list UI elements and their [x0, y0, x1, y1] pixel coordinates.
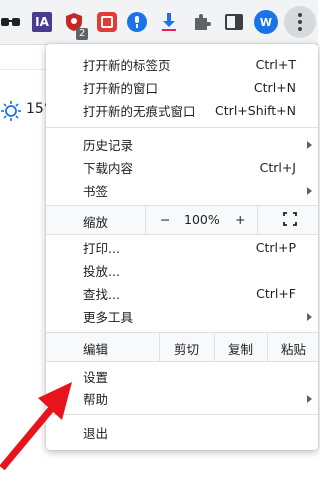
menu-item-label: 下载内容 — [83, 161, 134, 176]
edit-divider — [267, 333, 268, 361]
zoom-row: 缩放 − 100% + — [46, 205, 318, 235]
menu-item-downloads[interactable]: 下载内容 Ctrl+J — [46, 156, 318, 179]
zoom-divider — [145, 206, 146, 234]
menu-item-label: 打印... — [83, 241, 120, 256]
sun-icon — [0, 100, 22, 126]
menu-item-label: 打开新的无痕式窗口 — [83, 104, 196, 119]
edit-divider — [214, 333, 215, 361]
menu-item-shortcut: Ctrl+T — [255, 57, 296, 72]
menu-item-shortcut: Ctrl+J — [259, 160, 296, 175]
menu-item-bookmarks[interactable]: 书签 — [46, 179, 318, 202]
menu-item-label: 历史记录 — [83, 138, 134, 153]
download-icon[interactable] — [158, 11, 180, 33]
menu-item-shortcut: Ctrl+P — [255, 240, 296, 255]
ia-extension-label: IA — [35, 15, 49, 29]
submenu-arrow-icon — [307, 394, 312, 403]
profile-avatar[interactable]: W — [254, 10, 278, 34]
submenu-arrow-icon — [307, 186, 312, 195]
menu-item-new-incognito-window[interactable]: 打开新的无痕式窗口 Ctrl+Shift+N — [46, 99, 318, 122]
zoom-divider — [257, 206, 258, 234]
edit-divider — [159, 333, 160, 361]
copy-button[interactable]: 复制 — [228, 339, 253, 358]
menu-item-cast[interactable]: 投放... — [46, 259, 318, 282]
menu-item-label: 投放... — [83, 264, 120, 279]
menu-item-find[interactable]: 查找... Ctrl+F — [46, 282, 318, 305]
menu-item-print[interactable]: 打印... Ctrl+P — [46, 236, 318, 259]
submenu-arrow-icon — [307, 140, 312, 149]
browser-toolbar: IA 2 W — [0, 0, 318, 45]
edit-row: 编辑 剪切 复制 粘贴 — [46, 332, 318, 362]
menu-item-label: 查找... — [83, 287, 120, 302]
kebab-dot-icon — [298, 20, 302, 24]
menu-item-label: 更多工具 — [83, 310, 134, 325]
submenu-arrow-icon — [307, 312, 312, 321]
annotation-arrow-icon — [0, 382, 72, 470]
menu-item-label: 打开新的标签页 — [83, 58, 171, 73]
menu-item-shortcut: Ctrl+F — [256, 286, 296, 301]
microphone-extension-icon[interactable] — [127, 12, 147, 32]
zoom-in-button[interactable]: + — [235, 212, 245, 227]
menu-item-history[interactable]: 历史记录 — [46, 133, 318, 156]
more-menu-button[interactable] — [284, 6, 316, 38]
menu-item-shortcut: Ctrl+N — [253, 80, 296, 95]
extensions-puzzle-icon[interactable] — [191, 11, 213, 33]
side-panel-icon[interactable] — [223, 11, 245, 33]
edit-label: 编辑 — [83, 342, 109, 357]
menu-item-label: 打开新的窗口 — [83, 81, 159, 96]
zoom-level: 100% — [184, 212, 220, 227]
cut-button[interactable]: 剪切 — [174, 339, 199, 358]
kebab-dot-icon — [298, 27, 302, 31]
menu-item-new-tab[interactable]: 打开新的标签页 Ctrl+T — [46, 53, 318, 76]
avatar-letter: W — [259, 15, 273, 29]
zoom-label: 缩放 — [83, 215, 109, 230]
fullscreen-icon[interactable] — [283, 212, 297, 229]
menu-item-new-window[interactable]: 打开新的窗口 Ctrl+N — [46, 76, 318, 99]
menu-separator — [46, 127, 318, 128]
extension-badge-count: 2 — [76, 28, 89, 40]
kebab-dot-icon — [298, 13, 302, 17]
menu-item-label: 书签 — [83, 184, 109, 199]
menu-item-shortcut: Ctrl+Shift+N — [215, 103, 296, 118]
paste-button[interactable]: 粘贴 — [281, 339, 306, 358]
zoom-out-button[interactable]: − — [160, 212, 170, 227]
ia-extension-icon[interactable]: IA — [32, 12, 52, 32]
red-extension-icon[interactable] — [97, 12, 117, 32]
menu-item-more-tools[interactable]: 更多工具 — [46, 305, 318, 328]
glasses-extension-icon[interactable] — [0, 11, 22, 33]
